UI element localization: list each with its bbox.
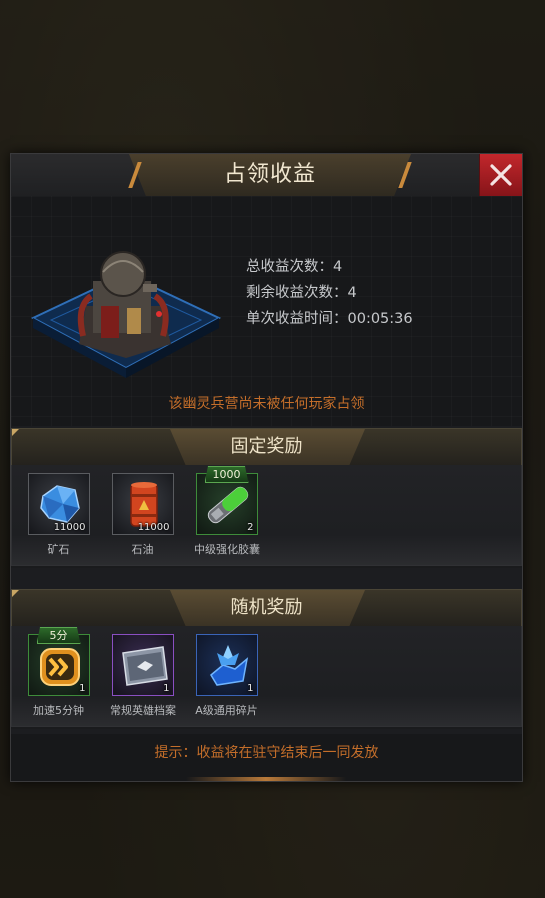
income-time-value: 00:05:36: [347, 311, 413, 327]
reward-slot: 11000: [27, 473, 90, 535]
reward-slot: 1: [111, 634, 174, 696]
reward-item-oil[interactable]: 11000 石油: [110, 473, 175, 557]
reward-item-shard[interactable]: 1 A级通用碎片: [194, 634, 259, 718]
reward-qty: 2: [247, 522, 254, 533]
remaining-income-label: 剩余收益次数：: [246, 285, 348, 301]
reward-qty: 1: [163, 683, 170, 694]
reward-qty: 1: [79, 683, 86, 694]
fixed-rewards-list: 11000 矿石 11000 石油 1000 2 中级强化胶囊: [26, 466, 260, 557]
reward-label: 中级强化胶囊: [194, 543, 260, 556]
reward-label: 矿石: [47, 543, 70, 556]
total-income-label: 总收益次数：: [246, 259, 333, 275]
reward-label: 常规英雄档案: [110, 704, 176, 717]
income-stats: 总收益次数：4 剩余收益次数：4 单次收益时间：00:05:36: [246, 254, 413, 332]
reward-label: 石油: [131, 543, 154, 556]
total-income-value: 4: [333, 259, 343, 275]
reward-item-capsule[interactable]: 1000 2 中级强化胶囊: [194, 466, 260, 557]
total-income-row: 总收益次数：4: [246, 254, 413, 280]
reward-qty: 1: [247, 683, 254, 694]
reward-slot: 1: [195, 634, 258, 696]
dialog-titlebar: 占领收益: [11, 154, 522, 197]
reward-badge: 1000: [204, 466, 249, 483]
reward-qty: 11000: [53, 522, 86, 533]
footer-accent-bar: [186, 777, 346, 781]
reward-item-hero-file[interactable]: 1 常规英雄档案: [110, 634, 176, 718]
random-rewards-title: 随机奖励: [230, 597, 303, 618]
random-rewards-header: 随机奖励: [11, 589, 522, 627]
occupation-notice: 该幽灵兵营尚未被任何玩家占领: [168, 396, 365, 412]
remaining-income-row: 剩余收益次数：4: [246, 280, 413, 306]
reward-item-ore[interactable]: 11000 矿石: [26, 473, 91, 557]
fixed-rewards-body: 11000 矿石 11000 石油 1000 2 中级强化胶囊: [11, 465, 522, 566]
income-time-row: 单次收益时间：00:05:36: [246, 306, 413, 332]
fixed-rewards-header: 固定奖励: [11, 428, 522, 466]
reward-item-speedup[interactable]: 5分 1 加速5分钟: [26, 627, 91, 718]
reward-slot: 11000: [111, 473, 174, 535]
reward-label: 加速5分钟: [33, 704, 84, 717]
occupation-reward-dialog: 占领收益 总收益次数：4 剩余收益次数：4 单次收益时间：00:05:36 该幽…: [10, 153, 523, 782]
random-rewards-body: 5分 1 加速5分钟 1 常规英雄档案 1 A级通用碎片: [11, 626, 522, 727]
close-button[interactable]: [479, 154, 522, 196]
barracks-building-icon: [31, 251, 221, 378]
reward-slot: 5分 1: [27, 627, 90, 696]
remaining-income-value: 4: [347, 285, 357, 301]
footer-hint: 提示：收益将在驻守结束后一同发放: [154, 745, 379, 761]
income-time-label: 单次收益时间：: [246, 311, 348, 327]
fixed-rewards-section: 固定奖励 11000 矿石 11000 石油 1000 2 中级强化胶囊: [11, 428, 522, 568]
reward-label: A级通用碎片: [195, 704, 258, 717]
random-rewards-list: 5分 1 加速5分钟 1 常规英雄档案 1 A级通用碎片: [26, 627, 259, 718]
close-icon: [490, 164, 512, 186]
reward-slot: 1000 2: [195, 466, 258, 535]
fixed-rewards-title: 固定奖励: [230, 436, 303, 457]
dialog-title: 占领收益: [223, 162, 316, 187]
reward-qty: 11000: [137, 522, 170, 533]
random-rewards-section: 随机奖励 5分 1 加速5分钟 1 常规英雄档案 1 A级通用碎片: [11, 589, 522, 729]
dialog-footer: 提示：收益将在驻守结束后一同发放: [11, 734, 522, 781]
info-area: 总收益次数：4 剩余收益次数：4 单次收益时间：00:05:36 该幽灵兵营尚未…: [11, 196, 522, 426]
reward-badge: 5分: [36, 627, 81, 644]
